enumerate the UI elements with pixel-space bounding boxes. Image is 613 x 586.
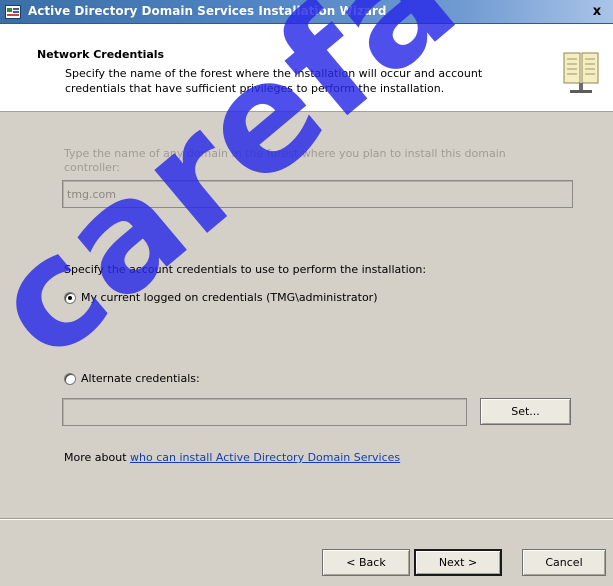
cancel-button[interactable]: Cancel: [522, 549, 606, 576]
credentials-prompt: Specify the account credentials to use t…: [64, 263, 427, 276]
more-about-link[interactable]: who can install Active Directory Domain …: [130, 451, 400, 464]
back-button[interactable]: < Back: [322, 549, 410, 576]
alternate-credentials-label[interactable]: Alternate credentials:: [81, 372, 200, 385]
more-about-text: More about who can install Active Direct…: [64, 451, 400, 464]
current-credentials-radio[interactable]: [64, 292, 76, 304]
wizard-header: Network Credentials Specify the name of …: [0, 24, 613, 112]
more-about-prefix: More about: [64, 451, 130, 464]
wizard-window: Active Directory Domain Services Install…: [0, 0, 613, 586]
window-title: Active Directory Domain Services Install…: [28, 4, 387, 18]
book-icon: [560, 50, 602, 94]
close-icon[interactable]: x: [587, 3, 607, 21]
title-bar[interactable]: Active Directory Domain Services Install…: [0, 0, 613, 24]
set-button[interactable]: Set...: [480, 398, 571, 425]
page-description: Specify the name of the forest where the…: [65, 67, 483, 95]
next-button[interactable]: Next >: [414, 549, 502, 576]
current-credentials-label[interactable]: My current logged on credentials (TMG\ad…: [81, 291, 378, 304]
domain-name-field[interactable]: [62, 180, 573, 208]
alternate-credentials-field[interactable]: [62, 398, 467, 426]
domain-prompt: Type the name of any domain in the fores…: [64, 147, 506, 174]
alternate-credentials-radio[interactable]: [64, 373, 76, 385]
page-title: Network Credentials: [37, 48, 165, 61]
ad-wizard-icon: [5, 5, 21, 19]
footer-divider: [0, 518, 613, 520]
